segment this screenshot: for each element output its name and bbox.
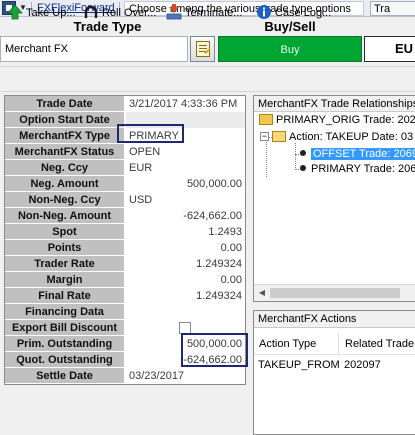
property-label: Neg. Ccy: [5, 160, 124, 176]
tree-item-offset[interactable]: OFFSET Trade: 2069: [300, 147, 415, 161]
property-label: Option Start Date: [5, 112, 124, 128]
property-row: Points 0.00: [5, 240, 245, 256]
property-label: Quot. Outstanding: [5, 352, 124, 368]
property-row: Settle Date 03/23/2017: [5, 368, 245, 384]
trade-type-field[interactable]: Merchant FX: [0, 36, 188, 62]
property-row: Non-Neg. Ccy USD: [5, 192, 245, 208]
tree-item-primary-orig[interactable]: PRIMARY_ORIG Trade: 2020: [259, 113, 415, 127]
property-value[interactable]: 1.2493: [126, 224, 245, 240]
roll-over-button[interactable]: Roll Over...: [83, 4, 156, 22]
property-row: Neg. Ccy EUR: [5, 160, 245, 176]
terminate-label: Terminate...: [185, 7, 243, 19]
property-label: Margin: [5, 272, 124, 288]
property-label: Trade Date: [5, 96, 124, 112]
relationships-panel: MerchantFX Trade Relationships PRIMARY_O…: [253, 95, 415, 302]
folder-icon: [259, 113, 273, 125]
terminate-button[interactable]: Terminate...: [166, 4, 242, 22]
tree-item-label: PRIMARY_ORIG Trade: 2020: [276, 114, 415, 126]
terminate-icon: [166, 4, 182, 20]
tree-item-label: PRIMARY Trade: 206: [311, 163, 415, 175]
info-icon: [257, 5, 271, 19]
property-row: Spot 1.2493: [5, 224, 245, 240]
property-label: Neg. Amount: [5, 176, 124, 192]
tree-item-primary[interactable]: PRIMARY Trade: 206: [300, 162, 415, 176]
notepad-icon: [196, 41, 210, 57]
property-label: Financing Data: [5, 304, 124, 320]
trade-type-picker-button[interactable]: [190, 36, 215, 62]
property-value[interactable]: 0.00: [126, 272, 245, 288]
property-value[interactable]: 1.249324: [126, 256, 245, 272]
property-label: Final Rate: [5, 288, 124, 304]
property-row: Margin 0.00: [5, 272, 245, 288]
property-label: Export Bill Discount: [5, 320, 124, 336]
type-highlight-box: [117, 124, 184, 143]
case-log-button[interactable]: Case Log...: [256, 4, 331, 22]
case-log-label: Case Log...: [275, 7, 332, 19]
property-row: Final Rate 1.249324: [5, 288, 245, 304]
property-label: MerchantFX Status: [5, 144, 124, 160]
take-up-button[interactable]: Take Up...: [7, 4, 76, 22]
property-value[interactable]: USD: [126, 192, 245, 208]
property-value[interactable]: OPEN: [126, 144, 245, 160]
buy-button[interactable]: Buy: [218, 36, 362, 62]
tree-item-action[interactable]: − Action: TAKEUP Date: 03: [260, 130, 413, 144]
actions-title: MerchantFX Actions: [254, 311, 415, 328]
property-label: Non-Neg. Amount: [5, 208, 124, 224]
table-cell[interactable]: 202097: [340, 357, 415, 373]
horizontal-scrollbar[interactable]: ◀: [254, 284, 415, 301]
relationships-title: MerchantFX Trade Relationships: [254, 96, 415, 112]
property-label: Non-Neg. Ccy: [5, 192, 124, 208]
bullet-icon: [300, 165, 306, 172]
property-label: Spot: [5, 224, 124, 240]
property-row: Trader Rate 1.249324: [5, 256, 245, 272]
actions-panel: MerchantFX Actions Action Type Related T…: [253, 310, 415, 435]
scroll-left-icon[interactable]: ◀: [257, 288, 267, 298]
scrollbar-thumb[interactable]: [270, 288, 400, 298]
property-label: Settle Date: [5, 368, 124, 384]
bullet-icon: [300, 150, 306, 157]
property-label: Points: [5, 240, 124, 256]
action-toolbar: [0, 66, 415, 92]
property-value[interactable]: 1.249324: [126, 288, 245, 304]
property-value[interactable]: 3/21/2017 4:33:36 PM: [126, 96, 245, 112]
folder-open-icon: [272, 130, 286, 142]
column-header-action-type[interactable]: Action Type: [254, 333, 339, 355]
property-label: Prim. Outstanding: [5, 336, 124, 352]
collapse-icon[interactable]: −: [260, 131, 269, 141]
property-value[interactable]: -624,662.00: [126, 208, 245, 224]
property-row: Trade Date 3/21/2017 4:33:36 PM: [5, 96, 245, 112]
property-row: Non-Neg. Amount -624,662.00: [5, 208, 245, 224]
property-row: MerchantFX Status OPEN: [5, 144, 245, 160]
tree-item-label: OFFSET Trade: 2069: [311, 148, 415, 160]
property-value[interactable]: EUR: [126, 160, 245, 176]
property-value[interactable]: 03/23/2017: [126, 368, 245, 384]
outstanding-highlight-box: [181, 333, 248, 367]
arrow-up-icon: [7, 4, 23, 20]
roll-over-icon: [84, 5, 98, 18]
tree-item-label: Action: TAKEUP Date: 03: [289, 131, 414, 143]
property-value[interactable]: 500,000.00: [126, 176, 245, 192]
property-row: Financing Data: [5, 304, 245, 320]
property-label: Trader Rate: [5, 256, 124, 272]
currency-field[interactable]: EU: [364, 36, 415, 62]
tree-connector: [295, 143, 296, 170]
property-value[interactable]: 0.00: [126, 240, 245, 256]
column-header-related-trade[interactable]: Related Trade: [340, 333, 415, 355]
property-label: MerchantFX Type: [5, 128, 124, 144]
property-value[interactable]: [126, 304, 245, 320]
take-up-label: Take Up...: [26, 7, 76, 19]
tab-trade[interactable]: Tra: [370, 1, 415, 16]
table-cell[interactable]: TAKEUP_FROM: [254, 357, 339, 373]
property-row: Neg. Amount 500,000.00: [5, 176, 245, 192]
roll-over-label: Roll Over...: [102, 7, 157, 19]
